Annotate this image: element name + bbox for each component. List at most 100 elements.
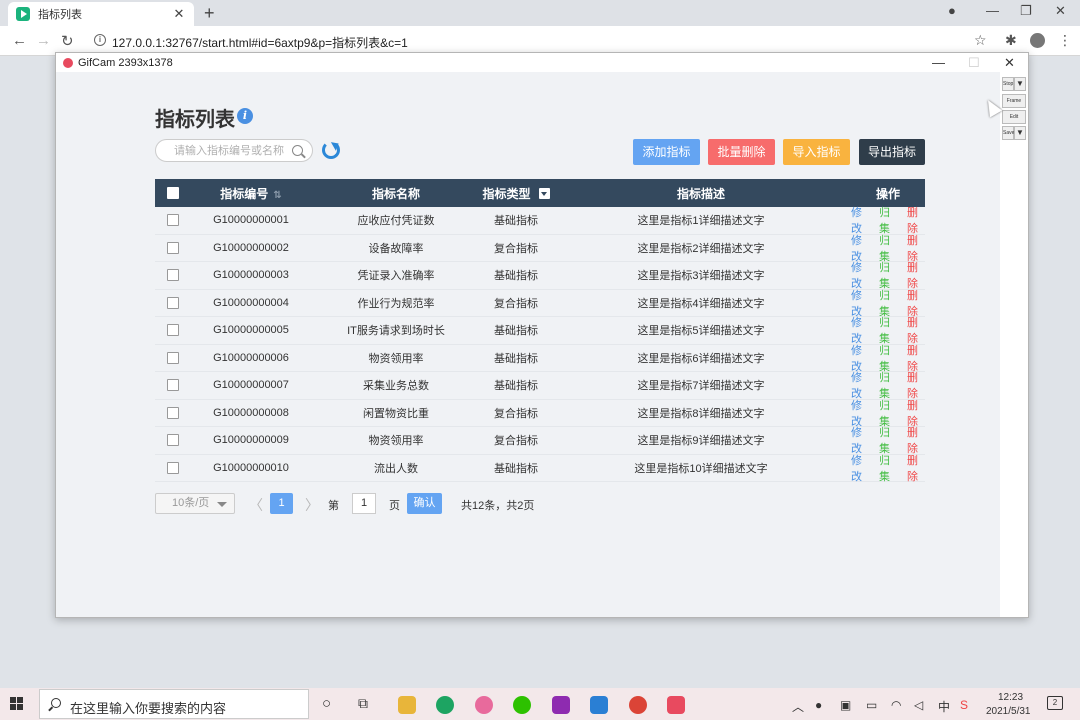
- gifcam-titlebar: GifCam 2393x1378 — ☐ ✕: [56, 53, 1028, 73]
- column-header-name: 指标名称: [371, 186, 420, 201]
- row-checkbox[interactable]: [167, 434, 179, 447]
- row-checkbox[interactable]: [167, 214, 179, 227]
- gifcam-taskbar-icon[interactable]: [667, 696, 685, 714]
- tray-expand-icon[interactable]: ︿: [792, 698, 804, 715]
- select-all-checkbox[interactable]: [167, 187, 179, 199]
- taskbar-search-text: 在这里输入你要搜索的内容: [70, 701, 227, 716]
- volume-icon[interactable]: ◁: [914, 698, 923, 712]
- goto-confirm-button[interactable]: 确认: [407, 493, 442, 514]
- extensions-icon[interactable]: ✱: [1005, 32, 1017, 49]
- row-checkbox[interactable]: [167, 379, 179, 392]
- search-icon: [51, 698, 61, 708]
- row-type: 复合指标: [494, 435, 538, 448]
- stop-button[interactable]: Stop: [1002, 77, 1014, 91]
- chrome-icon[interactable]: [629, 696, 647, 714]
- row-checkbox[interactable]: [167, 406, 179, 419]
- search-icon[interactable]: [292, 145, 303, 156]
- column-header-code[interactable]: 指标编号: [220, 187, 268, 201]
- maximize-icon[interactable]: ❐: [1020, 3, 1032, 19]
- add-indicator-button[interactable]: 添加指标: [633, 139, 700, 165]
- archive-link[interactable]: 归集: [879, 452, 897, 484]
- row-code: G10000000003: [213, 269, 289, 282]
- goto-suffix: 页: [389, 500, 400, 512]
- delete-link[interactable]: 删除: [907, 452, 925, 484]
- back-icon[interactable]: ←: [12, 32, 27, 49]
- gifcam-close-icon[interactable]: ✕: [1004, 55, 1015, 71]
- edit-link[interactable]: 修改: [851, 452, 869, 484]
- site-info-icon[interactable]: i: [94, 34, 106, 46]
- stop-dropdown-icon[interactable]: ▼: [1014, 77, 1026, 91]
- battery-icon[interactable]: ▭: [866, 698, 877, 712]
- edit-button[interactable]: Edit: [1002, 110, 1026, 124]
- export-button[interactable]: 导出指标: [859, 139, 925, 165]
- reload-icon[interactable]: ↻: [61, 32, 74, 50]
- window-close-icon[interactable]: ✕: [1055, 3, 1066, 19]
- clock-time[interactable]: 12:23: [998, 692, 1023, 703]
- browser-tab[interactable]: 指标列表 ✕: [8, 2, 194, 26]
- url-field[interactable]: 127.0.0.1:32767/start.html#id=6axtp9&p=指…: [112, 34, 408, 51]
- task-view-icon[interactable]: ⧉: [358, 695, 368, 712]
- search-input[interactable]: [174, 143, 286, 158]
- page-size-select[interactable]: 10条/页: [155, 493, 235, 514]
- table-row: G10000000004 作业行为规范率 复合指标 这里是指标4详细描述文字 修改 归集删…: [155, 290, 925, 318]
- avatar[interactable]: [1030, 33, 1045, 48]
- wifi-icon[interactable]: ◠: [891, 698, 901, 712]
- row-checkbox[interactable]: [167, 269, 179, 282]
- filter-dropdown-icon[interactable]: [538, 187, 550, 199]
- qq-icon[interactable]: ●: [815, 698, 822, 712]
- gifcam-logo-icon: [63, 58, 73, 68]
- clock-date[interactable]: 2021/5/31: [986, 706, 1031, 717]
- more-menu-icon[interactable]: ⋮: [1058, 32, 1072, 49]
- row-code: G10000000001: [213, 214, 289, 227]
- table-row: G10000000006 物资领用率 基础指标 这里是指标6详细描述文字 修改 归集 删除: [155, 345, 925, 373]
- close-icon[interactable]: ✕: [172, 6, 186, 22]
- prev-page-icon[interactable]: 〈: [249, 495, 263, 515]
- row-desc: 这里是指标1详细描述文字: [637, 215, 765, 228]
- frame-button[interactable]: Frame: [1002, 94, 1026, 108]
- refresh-icon[interactable]: [322, 141, 340, 159]
- goto-page-input[interactable]: 1: [352, 493, 376, 514]
- ime-indicator[interactable]: 中: [938, 698, 950, 715]
- gifcam-maximize-icon[interactable]: ☐: [968, 55, 980, 71]
- windows-start-icon[interactable]: [10, 697, 24, 711]
- gifcam-side-panel: Stop ▼ Frame Edit Save ▼: [1002, 74, 1027, 144]
- pagination: 10条/页 〈 1 〉 第 1 页 确认 共12条，共2页: [155, 493, 755, 515]
- indicator-table: 指标编号 ⇅ 指标名称 指标类型 指标描述 操作 G10000000001 应收应付…: [155, 179, 925, 484]
- batch-delete-button[interactable]: 批量删除: [708, 139, 775, 165]
- xmind-icon[interactable]: [590, 696, 608, 714]
- row-name: 流出人数: [374, 462, 418, 475]
- row-checkbox[interactable]: [167, 324, 179, 337]
- axure-rp-icon[interactable]: [552, 696, 570, 714]
- cortana-icon[interactable]: ○: [322, 695, 331, 712]
- save-dropdown-icon[interactable]: ▼: [1014, 126, 1026, 140]
- browser-icon[interactable]: [436, 696, 454, 714]
- tray-app-icon[interactable]: ▣: [840, 698, 851, 712]
- table-body: G10000000001 应收应付凭证数基础指标 这里是指标1详细描述文字修改 归集删…: [155, 207, 925, 484]
- browser-tab-bar: 指标列表 ✕ + ● — ❐ ✕: [0, 0, 1080, 26]
- sogou-input-icon[interactable]: S: [960, 698, 968, 712]
- new-tab-icon[interactable]: +: [204, 3, 215, 24]
- row-checkbox[interactable]: [167, 241, 179, 254]
- save-button[interactable]: Save: [1002, 126, 1014, 140]
- row-checkbox[interactable]: [167, 296, 179, 309]
- row-checkbox[interactable]: [167, 351, 179, 364]
- sort-icon[interactable]: ⇅: [273, 190, 281, 201]
- table-row: G10000000001 应收应付凭证数 基础指标 这里是指标1详细描述文字 修改 归集删…: [155, 207, 925, 235]
- row-type: 基础指标: [494, 462, 538, 475]
- forward-icon[interactable]: →: [36, 32, 51, 49]
- bookmark-star-icon[interactable]: ☆: [974, 32, 987, 49]
- profile-menu-icon[interactable]: ●: [948, 3, 956, 18]
- notification-icon[interactable]: 2: [1047, 696, 1063, 710]
- info-icon[interactable]: i: [237, 108, 253, 124]
- minimize-icon[interactable]: —: [986, 3, 999, 18]
- next-page-icon[interactable]: 〉: [305, 495, 319, 515]
- current-page-button[interactable]: 1: [270, 493, 293, 514]
- row-name: 应收应付凭证数: [357, 215, 435, 228]
- photos-icon[interactable]: [475, 696, 493, 714]
- wechat-icon[interactable]: [513, 696, 531, 714]
- row-checkbox[interactable]: [167, 461, 179, 474]
- import-button[interactable]: 导入指标: [783, 139, 850, 165]
- gifcam-minimize-icon[interactable]: —: [932, 55, 945, 70]
- file-explorer-icon[interactable]: [398, 696, 416, 714]
- taskbar-search[interactable]: 在这里输入你要搜索的内容: [39, 689, 309, 719]
